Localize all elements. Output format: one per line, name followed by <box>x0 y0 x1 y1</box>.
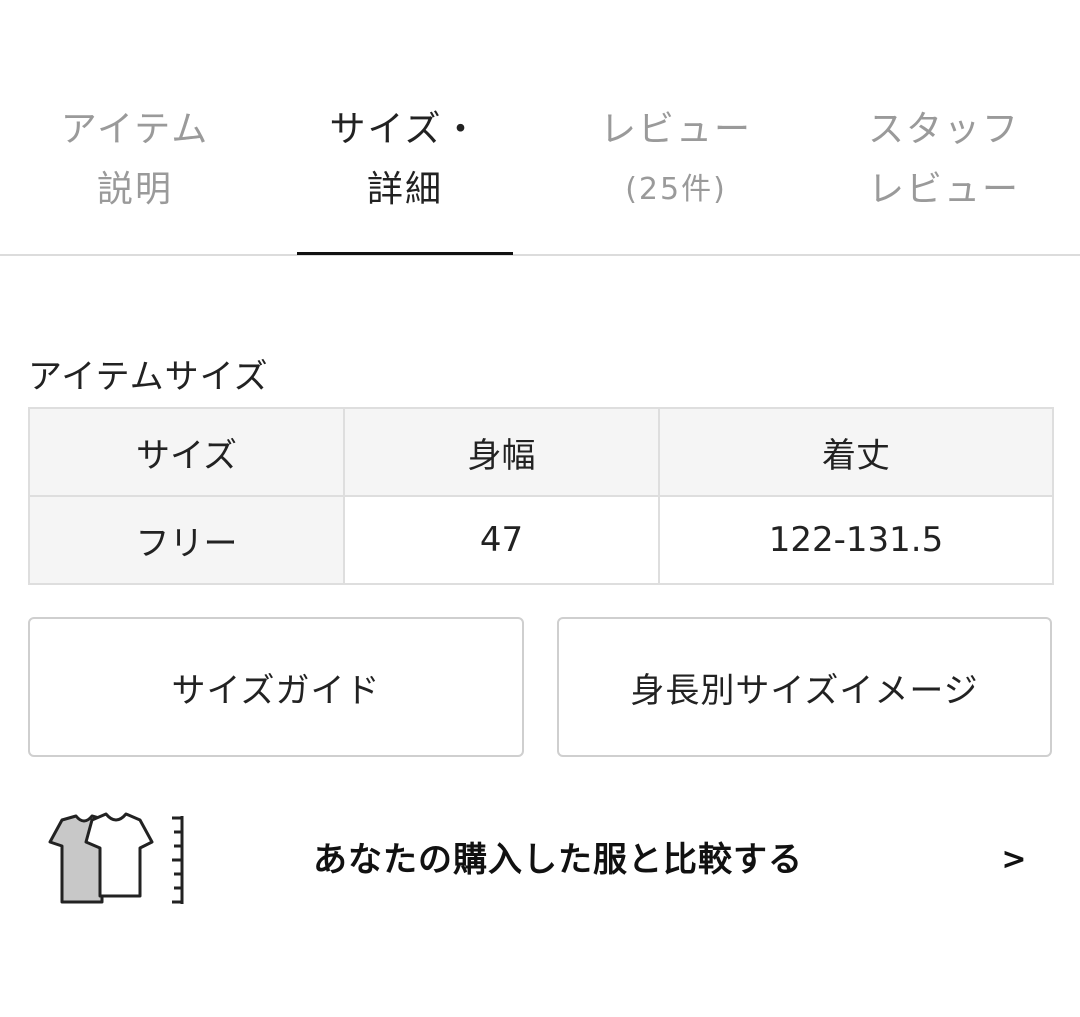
tab-review-count: (25件) <box>625 172 727 207</box>
table-row: フリー 47 122-131.5 <box>28 495 1054 585</box>
table-header-cell: サイズ <box>28 407 345 497</box>
tab-label-line1: アイテム <box>60 109 210 150</box>
tab-label-line1: レビュー <box>599 109 752 150</box>
height-size-image-button[interactable]: 身長別サイズイメージ <box>557 617 1052 757</box>
size-guide-button[interactable]: サイズガイド <box>28 617 524 757</box>
table-cell-size: フリー <box>28 495 345 585</box>
table-cell-length: 122-131.5 <box>658 495 1054 585</box>
tshirt-ruler-icon <box>48 812 184 904</box>
tab-label-line2: レビュー <box>867 169 1020 210</box>
table-header-cell: 着丈 <box>658 407 1054 497</box>
table-header-row: サイズ 身幅 着丈 <box>28 407 1054 497</box>
tab-size-details[interactable]: サイズ・ 詳細 <box>297 100 513 256</box>
compare-label: あなたの購入した服と比較する <box>313 840 803 880</box>
table-header-cell: 身幅 <box>343 407 660 497</box>
item-size-title: アイテムサイズ <box>28 357 269 397</box>
tab-label-line1: スタッフ <box>867 109 1020 150</box>
tab-label-line1: サイズ・ <box>329 109 481 150</box>
chevron-right-icon: > <box>1001 842 1027 877</box>
compare-purchased-clothes-link[interactable]: あなたの購入した服と比較する > <box>28 800 1052 920</box>
tab-label-line2: 詳細 <box>366 169 443 210</box>
tab-label-line2: 説明 <box>96 169 173 210</box>
tab-staff-reviews[interactable]: スタッフ レビュー <box>836 100 1052 256</box>
tab-item-description[interactable]: アイテム 説明 <box>30 100 240 256</box>
size-table: サイズ 身幅 着丈 フリー 47 122-131.5 <box>28 407 1054 585</box>
tab-bar: アイテム 説明 サイズ・ 詳細 レビュー (25件) スタッフ レビュー <box>0 0 1080 256</box>
tab-reviews[interactable]: レビュー (25件) <box>568 100 784 256</box>
table-cell-width: 47 <box>343 495 660 585</box>
active-tab-indicator <box>297 252 513 255</box>
